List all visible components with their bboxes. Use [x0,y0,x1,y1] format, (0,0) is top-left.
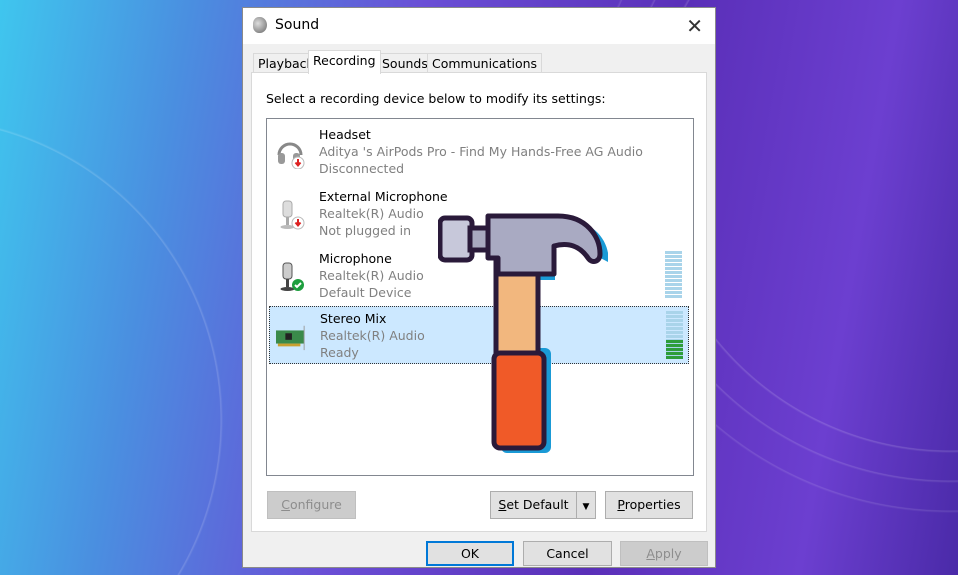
tab-sounds[interactable]: Sounds [377,53,433,73]
device-name: Stereo Mix [320,311,387,326]
cancel-button[interactable]: Cancel [523,541,612,566]
device-name: Headset [319,127,371,142]
instruction-text: Select a recording device below to modif… [266,91,606,106]
device-status: Disconnected [319,161,405,176]
device-name: External Microphone [319,189,448,204]
device-status: Not plugged in [319,223,412,238]
set-default-dropdown[interactable]: ▼ [576,491,596,519]
set-default-button[interactable]: Set Default [490,491,577,519]
microphone-icon [280,262,304,291]
headset-icon [277,142,305,169]
properties-button[interactable]: Properties [605,491,693,519]
microphone-icon [280,200,305,230]
device-headset[interactable]: Headset Aditya 's AirPods Pro - Find My … [269,123,689,181]
device-status: Default Device [319,285,412,300]
title-bar: Sound ✕ [243,8,715,44]
device-name: Microphone [319,251,392,266]
configure-button[interactable]: Configure [267,491,356,519]
level-meter [666,311,683,359]
apply-button[interactable]: Apply [620,541,708,566]
device-description: Realtek(R) Audio [320,328,425,343]
ok-button[interactable]: OK [426,541,514,566]
device-status: Ready [320,345,359,360]
device-description: Aditya 's AirPods Pro - Find My Hands-Fr… [319,144,643,159]
device-description: Realtek(R) Audio [319,268,424,283]
tab-communications[interactable]: Communications [427,53,543,73]
device-description: Realtek(R) Audio [319,206,424,221]
chevron-down-icon: ▼ [582,502,590,512]
level-fill [666,339,683,359]
close-button[interactable]: ✕ [686,14,703,38]
hammer-illustration [438,213,608,453]
level-meter [665,251,682,299]
tab-recording[interactable]: Recording [308,50,381,74]
speaker-icon [253,17,267,33]
sound-card-icon [276,325,305,351]
window-title: Sound [275,17,320,33]
